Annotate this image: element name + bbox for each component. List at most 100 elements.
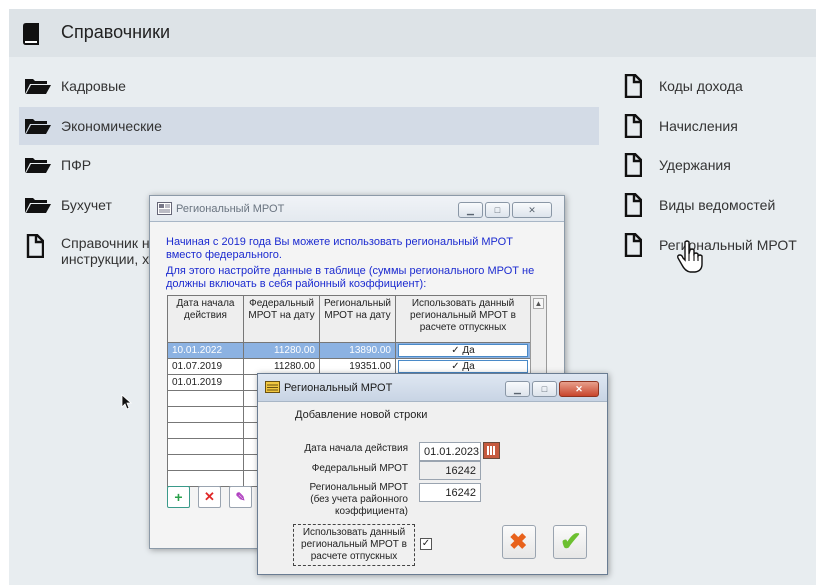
- document-icon: [624, 193, 642, 217]
- nav-item-label: Кадровые: [61, 78, 126, 94]
- ok-button[interactable]: ✔: [553, 525, 587, 559]
- folder-icon: [25, 119, 51, 134]
- window-titlebar[interactable]: Региональный МРОТ ▁ □ ✕: [150, 196, 564, 222]
- empty-cell: [167, 454, 244, 471]
- federal-mrot-label: Федеральный МРОТ: [311, 463, 408, 474]
- cell-use[interactable]: ✓ Да: [395, 342, 531, 359]
- window-controls: ▁ □ ✕: [458, 202, 552, 218]
- cell-date[interactable]: 01.01.2019: [167, 374, 244, 391]
- info-line: Для этого настройте данные в таблице (су…: [166, 265, 535, 277]
- regional-mrot-label: Региональный МРОТ (без учета районного к…: [278, 482, 408, 518]
- window-titlebar[interactable]: Региональный МРОТ ▁ □ ✕: [258, 374, 607, 402]
- folder-icon: [25, 79, 51, 94]
- cell-date[interactable]: 01.07.2019: [167, 358, 244, 375]
- nav-item-accounting[interactable]: Бухучет: [19, 186, 159, 224]
- nav-item-label: Бухучет: [61, 197, 112, 213]
- nav-item-label: Экономические: [61, 118, 162, 134]
- cell-regional[interactable]: 13890.00: [319, 342, 396, 359]
- label-line: Региональный МРОТ: [309, 482, 408, 493]
- hand-cursor-icon: [677, 240, 703, 273]
- empty-cell: [167, 438, 244, 455]
- nav-item-accruals[interactable]: Начисления: [617, 107, 807, 145]
- scroll-up-arrow-icon[interactable]: ▲: [533, 298, 544, 309]
- page-title: Справочники: [61, 22, 171, 42]
- label-line: расчете отпускных: [310, 551, 398, 562]
- column-header-start-date[interactable]: Дата начала действия: [167, 295, 244, 343]
- nav-item-reference[interactable]: Справочник на инструкции, xs: [19, 227, 159, 271]
- document-icon: [624, 74, 642, 98]
- calendar-icon[interactable]: [483, 442, 500, 459]
- header-line: действия: [184, 310, 227, 321]
- document-icon: [26, 234, 44, 258]
- header-line: МРОТ на дату: [324, 310, 391, 321]
- use-in-vacation-checkbox[interactable]: ✓: [420, 538, 432, 550]
- info-line: вместо федерального.: [166, 249, 282, 261]
- window-controls: ▁ □ ✕: [505, 381, 599, 397]
- empty-cell: [167, 406, 244, 423]
- use-checkbox[interactable]: ✓ Да: [398, 344, 528, 357]
- add-row-button[interactable]: +: [167, 486, 190, 508]
- close-button[interactable]: ✕: [512, 202, 552, 218]
- window-app-icon: [157, 202, 172, 215]
- document-icon: [624, 233, 642, 257]
- edit-row-button[interactable]: ✎: [229, 486, 252, 508]
- close-button[interactable]: ✕: [559, 381, 599, 397]
- column-header-federal[interactable]: Федеральный МРОТ на дату: [243, 295, 320, 343]
- nav-item-pfr[interactable]: ПФР: [19, 146, 599, 184]
- header-line: Использовать данный: [411, 298, 515, 309]
- use-in-vacation-label: Использовать данный региональный МРОТ в …: [294, 525, 414, 563]
- column-header-regional[interactable]: Региональный МРОТ на дату: [319, 295, 396, 343]
- cell-date[interactable]: 10.01.2022: [167, 342, 244, 359]
- label-line: коэффициента): [335, 506, 408, 517]
- nav-item-income-codes[interactable]: Коды дохода: [617, 67, 807, 105]
- document-icon: [624, 153, 642, 177]
- nav-item-label: Удержания: [659, 157, 731, 173]
- header-line: Региональный: [323, 298, 391, 309]
- regional-mrot-field[interactable]: 16242: [419, 483, 481, 502]
- table-row[interactable]: 10.01.2022 11280.00 13890.00 ✓ Да: [167, 342, 531, 359]
- folder-icon: [25, 198, 51, 213]
- use-in-vacation-group: Использовать данный региональный МРОТ в …: [293, 524, 415, 566]
- checkmark-icon: ✔: [560, 526, 582, 556]
- window-title: Региональный МРОТ: [176, 203, 285, 215]
- cell-federal[interactable]: 11280.00: [243, 342, 320, 359]
- nav-item-statement-types[interactable]: Виды ведомостей: [617, 186, 807, 224]
- nav-item-economic[interactable]: Экономические: [19, 107, 599, 145]
- add-row-dialog: Региональный МРОТ ▁ □ ✕ Добавление новой…: [257, 373, 608, 575]
- header-line: региональный МРОТ в: [410, 310, 516, 321]
- folder-icon: [25, 158, 51, 173]
- nav-item-label: Начисления: [659, 118, 738, 134]
- start-date-label: Дата начала действия: [304, 443, 408, 454]
- label-line: Использовать данный: [302, 527, 406, 538]
- column-header-use-in-vacation[interactable]: Использовать данный региональный МРОТ в ра…: [395, 295, 531, 343]
- info-text-intro: Начиная с 2019 года Вы можете использова…: [166, 236, 513, 262]
- minimize-button[interactable]: ▁: [458, 202, 483, 218]
- use-checkbox[interactable]: ✓ Да: [398, 360, 528, 373]
- nav-item-regional-mrot[interactable]: Региональный МРОТ: [617, 226, 807, 264]
- header-bar: Справочники: [9, 9, 816, 57]
- nav-item-label: Виды ведомостей: [659, 197, 776, 213]
- info-line: Начиная с 2019 года Вы можете использова…: [166, 236, 513, 248]
- label-line: инструкции, xs: [61, 251, 157, 267]
- info-line: должны включать в себя районный коэффици…: [166, 278, 427, 290]
- window-title: Региональный МРОТ: [284, 382, 393, 394]
- minimize-button[interactable]: ▁: [505, 381, 530, 397]
- maximize-button[interactable]: □: [532, 381, 557, 397]
- arrow-cursor-icon: [121, 394, 133, 410]
- nav-item-deductions[interactable]: Удержания: [617, 146, 807, 184]
- header-line: Дата начала: [176, 298, 235, 309]
- document-icon: [624, 114, 642, 138]
- nav-item-personnel[interactable]: Кадровые: [19, 67, 599, 105]
- label-line: региональный МРОТ в: [301, 539, 407, 550]
- label-line: Справочник на: [61, 235, 158, 251]
- maximize-button[interactable]: □: [485, 202, 510, 218]
- header-line: Федеральный: [249, 298, 314, 309]
- nav-item-label: Коды дохода: [659, 78, 743, 94]
- delete-row-button[interactable]: ✕: [198, 486, 221, 508]
- window-app-icon: [265, 381, 280, 393]
- nav-item-label: Справочник на инструкции, xs: [61, 235, 157, 267]
- cancel-button[interactable]: ✖: [502, 525, 536, 559]
- start-date-field[interactable]: 01.01.2023: [419, 442, 481, 461]
- header-line: МРОТ на дату: [248, 310, 315, 321]
- table-toolbar: + ✕ ✎: [167, 486, 252, 508]
